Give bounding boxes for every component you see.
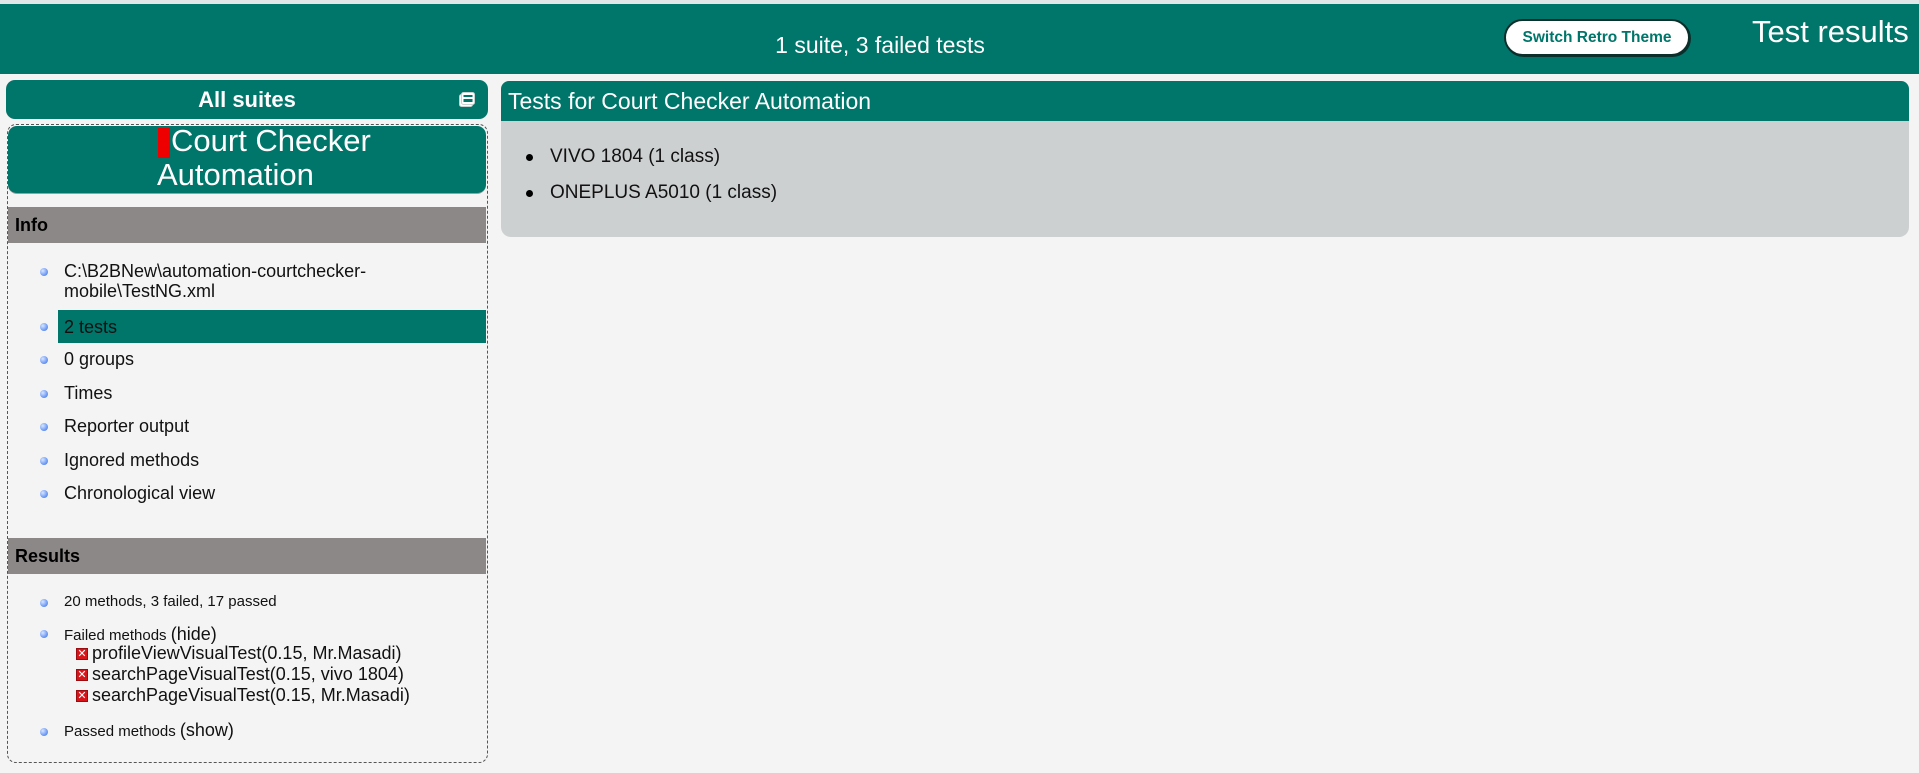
tests-panel-title: Tests for Court Checker Automation bbox=[501, 81, 1909, 121]
failed-method-name[interactable]: searchPageVisualTest(0.15, Mr.Masadi) bbox=[92, 685, 410, 706]
suite-name[interactable]: Court Checker Automation bbox=[157, 124, 397, 192]
info-item-testng-path[interactable]: C:\B2BNew\automation-courtchecker-mobile… bbox=[64, 261, 394, 301]
list-bullet bbox=[526, 190, 533, 197]
passed-methods-label: Passed methods bbox=[64, 723, 176, 740]
info-item-chronological-view[interactable]: Chronological view bbox=[64, 483, 215, 503]
bullet-icon bbox=[40, 268, 48, 276]
test-item-vivo[interactable]: VIVO 1804 (1 class) bbox=[550, 146, 720, 168]
info-item-tests[interactable]: 2 tests bbox=[58, 310, 486, 343]
bullet-icon bbox=[40, 323, 48, 331]
passed-methods-show-link[interactable]: (show) bbox=[180, 720, 234, 740]
bullet-icon bbox=[40, 599, 48, 607]
page-title: Test results bbox=[1752, 14, 1909, 49]
failed-x-icon: ✕ bbox=[76, 647, 88, 660]
bullet-icon bbox=[40, 728, 48, 736]
collapse-icon[interactable] bbox=[459, 92, 475, 108]
list-bullet bbox=[526, 154, 533, 161]
failed-method-item[interactable]: ✕ searchPageVisualTest(0.15, Mr.Masadi) bbox=[76, 685, 410, 706]
test-item-oneplus[interactable]: ONEPLUS A5010 (1 class) bbox=[550, 182, 777, 204]
bullet-icon bbox=[40, 356, 48, 364]
header-summary: 1 suite, 3 failed tests bbox=[775, 32, 985, 58]
results-section-header: Results bbox=[8, 538, 486, 574]
failed-method-name[interactable]: profileViewVisualTest(0.15, Mr.Masadi) bbox=[92, 643, 401, 664]
failed-methods-label: Failed methods bbox=[64, 627, 167, 644]
failed-methods-row: Failed methods (hide) bbox=[64, 624, 217, 645]
info-item-reporter-output[interactable]: Reporter output bbox=[64, 416, 189, 436]
results-summary: 20 methods, 3 failed, 17 passed bbox=[64, 593, 277, 610]
tests-panel-body bbox=[501, 121, 1909, 237]
failed-x-icon: ✕ bbox=[76, 668, 88, 681]
failed-methods-hide-link[interactable]: (hide) bbox=[171, 624, 217, 644]
bullet-icon bbox=[40, 490, 48, 498]
all-suites-header[interactable]: All suites bbox=[6, 80, 488, 119]
failed-method-name[interactable]: searchPageVisualTest(0.15, vivo 1804) bbox=[92, 664, 404, 685]
info-item-ignored-methods[interactable]: Ignored methods bbox=[64, 450, 199, 470]
info-item-times[interactable]: Times bbox=[64, 383, 112, 403]
bullet-icon bbox=[40, 630, 48, 638]
failed-method-item[interactable]: ✕ searchPageVisualTest(0.15, vivo 1804) bbox=[76, 664, 404, 685]
failed-x-icon: ✕ bbox=[76, 689, 88, 702]
info-item-groups[interactable]: 0 groups bbox=[64, 349, 134, 369]
bullet-icon bbox=[40, 457, 48, 465]
bullet-icon bbox=[40, 390, 48, 398]
info-section-header: Info bbox=[8, 207, 486, 243]
failed-method-item[interactable]: ✕ profileViewVisualTest(0.15, Mr.Masadi) bbox=[76, 643, 401, 664]
passed-methods-row: Passed methods (show) bbox=[64, 720, 234, 741]
bullet-icon bbox=[40, 423, 48, 431]
switch-theme-button[interactable]: Switch Retro Theme bbox=[1504, 19, 1690, 56]
